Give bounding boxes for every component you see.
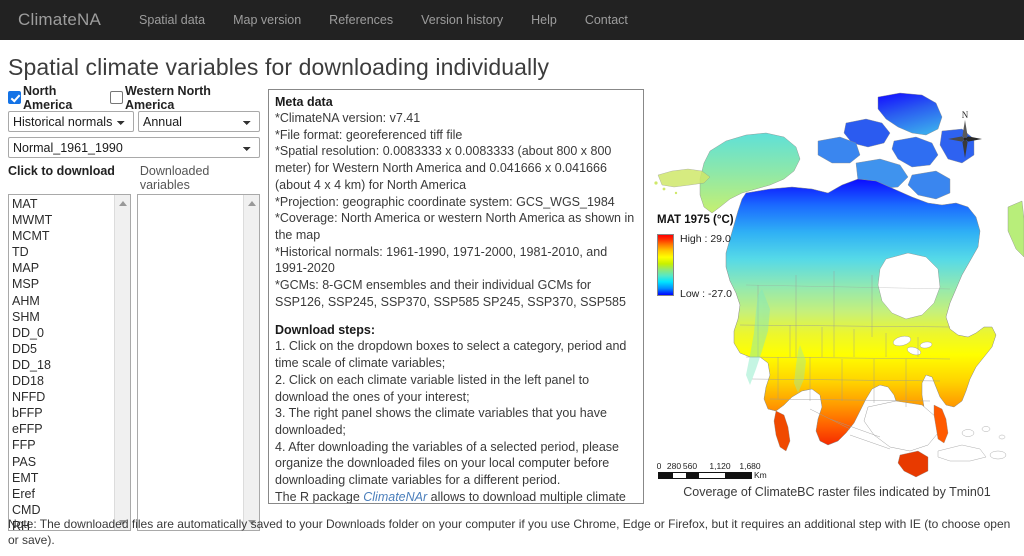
main-content: North America Western North America Hist… — [0, 84, 1024, 531]
period-select[interactable]: Normal_1961_1990Normal_1971_2000Normal_1… — [8, 137, 260, 158]
list-item[interactable]: MCMT — [11, 228, 130, 244]
nav-link-map-version[interactable]: Map version — [219, 13, 315, 27]
available-variables-listbox[interactable]: MAT MWMT MCMT TD MAP MSP AHM SHM DD_0 DD5 DD_18 DD1… — [8, 194, 131, 531]
list-headers: Click to download Downloaded variables — [8, 164, 260, 192]
list-item[interactable]: DD_0 — [11, 325, 130, 341]
download-step: 3. The right panel shows the climate var… — [275, 406, 607, 437]
compass-north-label: N — [962, 110, 969, 120]
metadata-panel: Meta data *ClimateNA version: v7.41 *Fil… — [268, 89, 644, 504]
checkbox-north-america-label[interactable]: North America — [23, 84, 100, 112]
list-item[interactable]: DD18 — [11, 373, 130, 389]
top-navbar: ClimateNA Spatial data Map version Refer… — [0, 0, 1024, 40]
page-title: Spatial climate variables for downloadin… — [8, 54, 550, 80]
list-item[interactable]: eFFP — [11, 421, 130, 437]
downloaded-list-header: Downloaded variables — [139, 164, 210, 192]
downloaded-variables-items — [138, 195, 259, 196]
list-item[interactable]: bFFP — [11, 405, 130, 421]
nav-link-version-history[interactable]: Version history — [407, 13, 517, 27]
checkbox-western-north-america-box[interactable] — [109, 91, 123, 104]
checkbox-western-north-america-label[interactable]: Western North America — [125, 84, 250, 112]
nav-link-spatial-data[interactable]: Spatial data — [125, 13, 219, 27]
available-variables-items: MAT MWMT MCMT TD MAP MSP AHM SHM DD_0 DD5 DD_18 DD1… — [9, 195, 130, 530]
category-select[interactable]: Historical normalsHistorical annualFutur… — [8, 111, 134, 132]
list-item[interactable]: FFP — [11, 437, 130, 453]
list-item[interactable]: SHM — [11, 309, 130, 325]
list-item[interactable]: DD5 — [11, 341, 130, 357]
metadata-line: *ClimateNA version: v7.41 — [275, 111, 421, 125]
list-item[interactable]: AHM — [11, 293, 130, 309]
metadata-line: *Historical normals: 1961-1990, 1971-200… — [275, 244, 608, 276]
select-row-period: Normal_1961_1990Normal_1971_2000Normal_1… — [8, 137, 260, 158]
timescale-select[interactable]: AnnualSeasonalMonthly — [138, 111, 260, 132]
scroll-up-icon[interactable] — [244, 195, 259, 211]
checkbox-western-north-america[interactable]: Western North America — [109, 84, 250, 112]
region-checkbox-row: North America Western North America — [8, 84, 260, 112]
list-item[interactable]: EMT — [11, 470, 130, 486]
list-item[interactable]: Eref — [11, 486, 130, 502]
downloaded-list-scrollbar[interactable] — [243, 195, 259, 530]
metadata-line: *Coverage: North America or western Nort… — [275, 211, 635, 242]
available-list-scrollbar[interactable] — [114, 195, 130, 530]
metadata-line: *File format: georeferenced tiff file — [275, 127, 463, 142]
metadata-line: *GCMs: 8-GCM ensembles and their individ… — [275, 278, 626, 309]
list-item[interactable]: PAS — [11, 454, 130, 470]
left-panel: North America Western North America Hist… — [8, 84, 260, 531]
compass-rose-icon: N — [948, 110, 982, 158]
r-package-note: The R package ClimateNAr allows to downl… — [275, 489, 635, 504]
footer-note: Note: The downloaded files are automatic… — [8, 517, 1011, 547]
download-step: 1. Click on the dropdown boxes to select… — [275, 339, 627, 371]
list-item[interactable]: TD — [11, 244, 130, 260]
list-item[interactable]: MSP — [11, 276, 130, 292]
climatenar-link[interactable]: ClimateNAr — [363, 490, 427, 503]
checkbox-north-america-box[interactable] — [8, 91, 21, 104]
nav-link-references[interactable]: References — [315, 13, 407, 27]
download-step: 4. After downloading the variables of a … — [275, 439, 619, 488]
list-item[interactable]: NFFD — [11, 389, 130, 405]
metadata-line: *Projection: geographic coordinate syste… — [275, 194, 615, 209]
download-step: 2. Click on each climate variable listed… — [275, 372, 590, 404]
metadata-line: *Spatial resolution: 0.0083333 x 0.00833… — [275, 144, 612, 192]
download-steps-heading: Download steps: — [275, 323, 376, 338]
r-note-prefix: The R package — [275, 489, 364, 504]
map-panel: MAT 1975 (°C) High : 29.0 Low : -27.0 N — [650, 89, 1024, 507]
list-item[interactable]: MAP — [11, 260, 130, 276]
list-item[interactable]: MAT — [11, 196, 130, 212]
map-caption: Coverage of ClimateBC raster files indic… — [683, 485, 991, 499]
scroll-up-icon[interactable] — [115, 195, 130, 211]
metadata-heading: Meta data — [275, 95, 333, 109]
checkbox-north-america[interactable]: North America — [8, 84, 100, 112]
nav-link-contact[interactable]: Contact — [571, 13, 642, 27]
brand-climatena[interactable]: ClimateNA — [18, 10, 101, 30]
nav-link-help[interactable]: Help — [517, 13, 571, 27]
select-row-top: Historical normalsHistorical annualFutur… — [8, 111, 260, 132]
downloaded-variables-listbox[interactable] — [137, 194, 260, 531]
list-item[interactable]: DD_18 — [11, 357, 130, 373]
available-list-header: Click to download — [8, 164, 115, 178]
list-boxes: MAT MWMT MCMT TD MAP MSP AHM SHM DD_0 DD5 DD_18 DD1… — [8, 194, 260, 531]
list-item[interactable]: MWMT — [11, 212, 130, 228]
